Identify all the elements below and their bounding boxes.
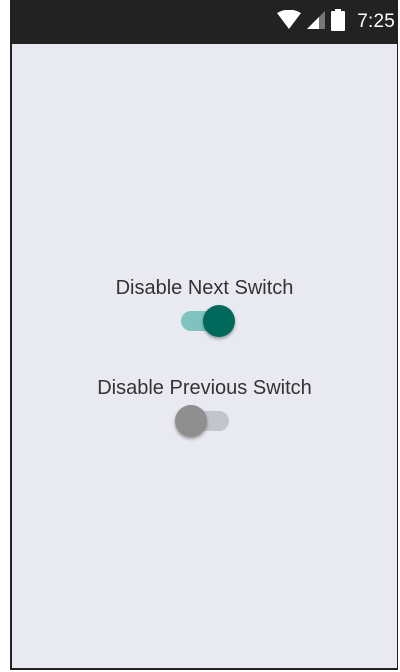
disable-next-switch[interactable]	[175, 300, 235, 337]
next-switch-label: Disable Next Switch	[115, 277, 294, 299]
previous-switch-label: Disable Previous Switch	[97, 377, 312, 399]
next-switch-block: Disable Next Switch	[12, 276, 397, 337]
device-frame: 7:25 Disable Next Switch Disable Previou…	[0, 0, 400, 672]
status-bar: 7:25	[12, 0, 397, 44]
switch-thumb[interactable]	[202, 305, 235, 337]
main-content: Disable Next Switch Disable Previous Swi…	[12, 44, 397, 668]
disable-previous-switch[interactable]	[174, 400, 235, 437]
status-time: 7:25	[357, 11, 395, 32]
app-screen: 7:25 Disable Next Switch Disable Previou…	[10, 0, 398, 670]
battery-icon	[331, 9, 346, 35]
status-icons: 7:25	[277, 0, 397, 44]
cellular-signal-icon	[307, 11, 326, 33]
previous-switch-block: Disable Previous Switch	[12, 376, 397, 437]
wifi-icon	[277, 9, 302, 34]
switch-thumb[interactable]	[174, 405, 207, 437]
